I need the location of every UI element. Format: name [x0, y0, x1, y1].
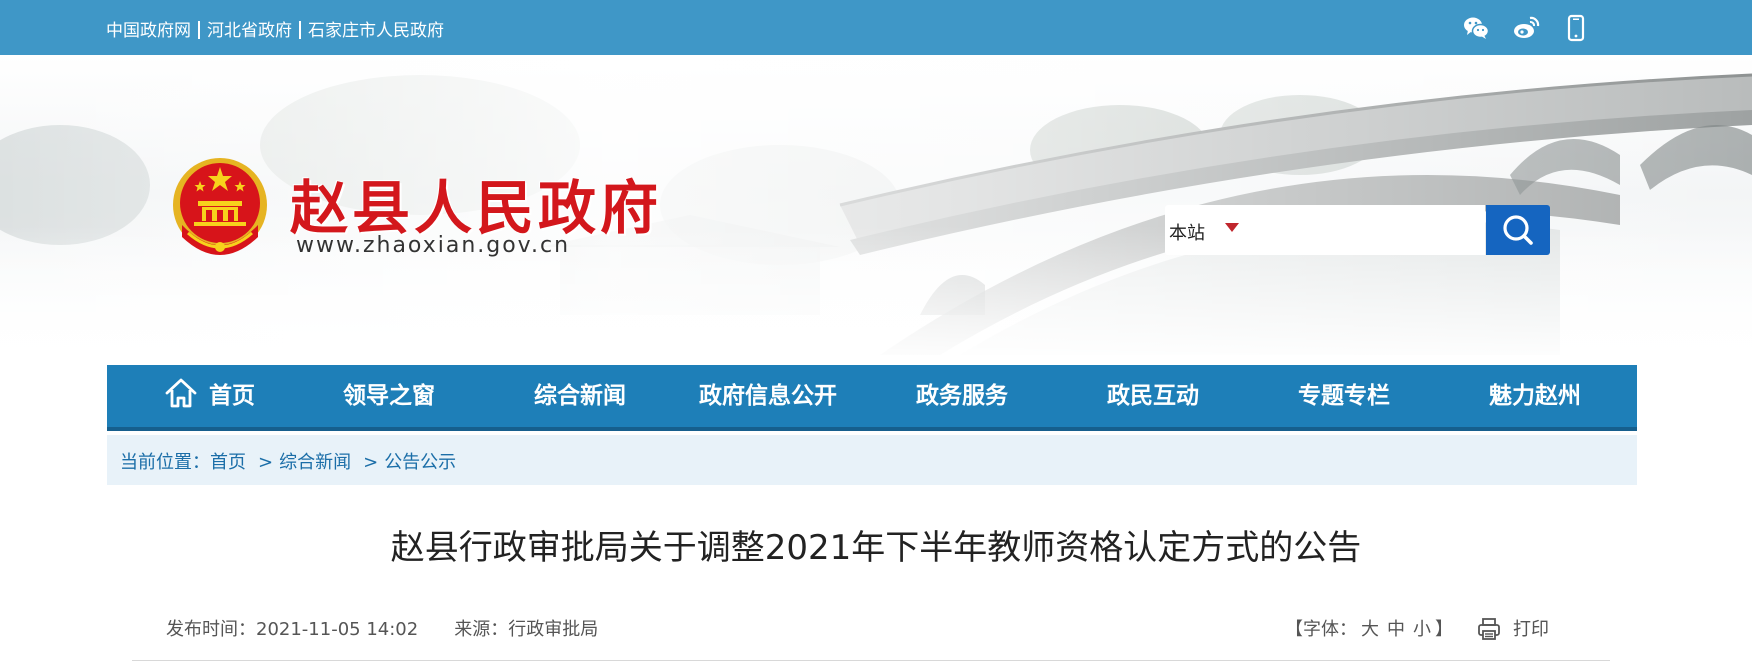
- link-shijiazhuang-gov[interactable]: 石家庄市人民政府: [308, 21, 444, 41]
- divider-line: [132, 660, 1610, 661]
- search-box: 本站: [1165, 205, 1485, 255]
- article-tools: 【字体：大中小】 打印: [1285, 615, 1549, 641]
- font-size-label-close: 】: [1435, 619, 1453, 640]
- site-url: www.zhaoxian.gov.cn: [296, 233, 571, 258]
- breadcrumb-home[interactable]: 首页: [210, 452, 246, 473]
- nav-services[interactable]: 政务服务: [916, 365, 1008, 427]
- breadcrumb-notices[interactable]: 公告公示: [384, 452, 456, 473]
- link-divider: [198, 21, 200, 39]
- search-icon: [1503, 215, 1533, 245]
- article-meta: 发布时间：2021-11-05 14:02 来源：行政审批局: [166, 615, 598, 641]
- printer-icon[interactable]: [1477, 617, 1501, 641]
- nav-topics[interactable]: 专题专栏: [1298, 365, 1390, 427]
- weibo-icon[interactable]: [1512, 14, 1540, 42]
- font-size-medium[interactable]: 中: [1387, 619, 1405, 640]
- font-size-small[interactable]: 小: [1413, 619, 1431, 640]
- breadcrumb-label: 当前位置：: [120, 452, 210, 473]
- breadcrumb: 当前位置：首页 > 综合新闻 > 公告公示: [107, 435, 1637, 485]
- link-china-gov[interactable]: 中国政府网: [106, 21, 191, 41]
- top-links: 中国政府网 河北省政府 石家庄市人民政府: [106, 16, 444, 41]
- font-size-large[interactable]: 大: [1361, 619, 1379, 640]
- search-bar: 本站: [1165, 205, 1550, 255]
- search-input[interactable]: [1255, 213, 1477, 247]
- font-size-label: 【字体：: [1285, 619, 1357, 640]
- caret-down-icon[interactable]: [1225, 223, 1239, 232]
- breadcrumb-separator: >: [363, 452, 379, 473]
- breadcrumb-separator: >: [258, 452, 274, 473]
- link-hebei-gov[interactable]: 河北省政府: [207, 21, 292, 41]
- nav-home-label: 首页: [209, 383, 255, 409]
- nav-news[interactable]: 综合新闻: [534, 365, 626, 427]
- home-icon: [163, 373, 199, 409]
- source-value: 行政审批局: [508, 619, 599, 640]
- nav-gov-info[interactable]: 政府信息公开: [699, 365, 837, 427]
- search-button[interactable]: [1486, 205, 1550, 255]
- print-link[interactable]: 打印: [1513, 619, 1549, 640]
- nav-leaders[interactable]: 领导之窗: [343, 365, 435, 427]
- publish-time: 2021-11-05 14:02: [256, 619, 419, 640]
- header-banner: 赵县人民政府 www.zhaoxian.gov.cn 本站: [0, 55, 1752, 365]
- mobile-icon[interactable]: [1562, 14, 1590, 42]
- main-nav: 首页 领导之窗 综合新闻 政府信息公开 政务服务 政民互动 专题专栏 魅力赵州: [107, 365, 1637, 431]
- nav-zhaozhou[interactable]: 魅力赵州: [1489, 365, 1581, 427]
- nav-interaction[interactable]: 政民互动: [1107, 365, 1199, 427]
- wechat-icon[interactable]: [1462, 14, 1490, 42]
- social-icons: [1462, 14, 1590, 42]
- breadcrumb-news[interactable]: 综合新闻: [279, 452, 351, 473]
- link-divider: [299, 21, 301, 39]
- publish-label: 发布时间：: [166, 619, 256, 640]
- search-scope-select[interactable]: 本站: [1169, 219, 1205, 245]
- article-title: 赵县行政审批局关于调整2021年下半年教师资格认定方式的公告: [390, 528, 1362, 568]
- national-emblem-logo: [170, 155, 270, 261]
- top-bar: 中国政府网 河北省政府 石家庄市人民政府: [0, 0, 1752, 55]
- source-label: 来源：: [454, 619, 509, 640]
- nav-home[interactable]: 首页: [163, 365, 255, 427]
